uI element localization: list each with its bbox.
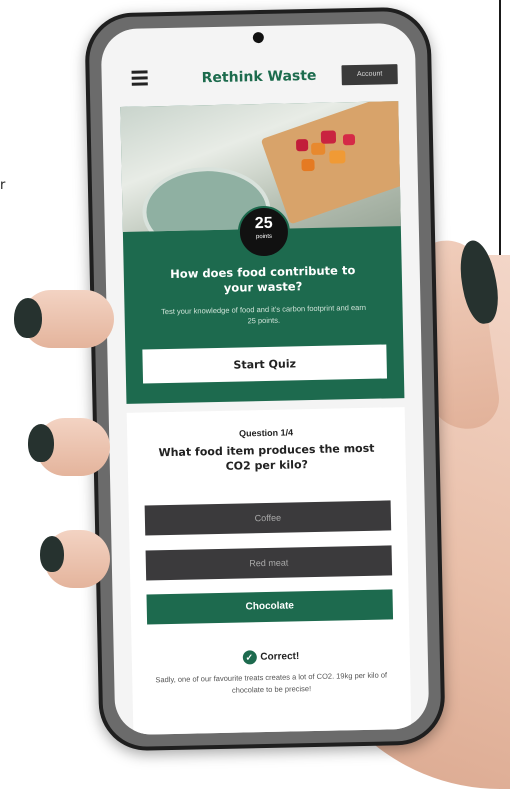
vegetable-piece [301,158,315,172]
result-message: ✓ Correct! [132,647,410,667]
answer-option-coffee[interactable]: Coffee [144,500,392,536]
vegetable-piece [329,150,346,164]
phone-screen: Rethink Waste Account 25 points How does… [100,22,430,736]
check-circle-icon: ✓ [242,650,257,665]
phone-frame: Rethink Waste Account 25 points How does… [88,10,442,748]
result-label: Correct! [260,650,300,663]
front-camera [252,31,264,44]
hamburger-icon[interactable] [131,70,148,86]
quiz-card: 25 points How does food contribute to yo… [120,101,405,404]
points-badge: 25 points [237,205,291,259]
points-unit: points [255,233,273,241]
answer-option-chocolate[interactable]: Chocolate [146,589,394,625]
points-value: 25 [254,214,273,233]
quiz-subheading: Test your knowledge of food and it's car… [161,302,367,326]
account-button[interactable]: Account [341,64,398,86]
quiz-heading: How does food contribute to your waste? [170,263,356,295]
vegetable-piece [295,139,309,152]
app-title: Rethink Waste [201,67,317,87]
question-number: Question 1/4 [239,427,294,439]
finger-nail-3 [40,536,64,572]
question-card: Question 1/4 What food item produces the… [126,407,412,736]
vegetable-piece [311,142,326,155]
finger-nail-2 [28,424,54,462]
app-header: Rethink Waste Account [101,53,416,100]
finger-nail-1 [14,298,42,338]
edge-letter: r [0,178,6,193]
question-text: What food item produces the most CO2 per… [158,441,375,473]
answer-explanation: Sadly, one of our favourite treats creat… [155,670,388,695]
answer-option-red-meat[interactable]: Red meat [145,545,393,581]
vegetable-piece [320,130,337,144]
vegetable-piece [342,134,356,146]
start-quiz-button[interactable]: Start Quiz [142,344,388,384]
phone-device: Rethink Waste Account 25 points How does… [84,6,446,752]
